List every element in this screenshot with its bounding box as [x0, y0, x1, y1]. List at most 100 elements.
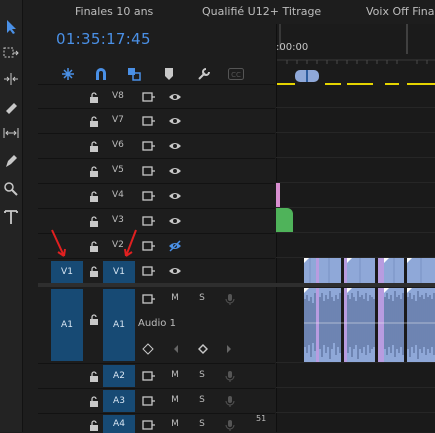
track-header-v6: V6	[38, 133, 275, 158]
time-ruler[interactable]	[276, 24, 435, 86]
svg-text:CC: CC	[231, 71, 241, 79]
solo-button[interactable]: S	[196, 293, 208, 303]
ruler-start-label: :00:00	[276, 42, 309, 53]
playhead-timecode[interactable]: 01:35:17:45	[56, 30, 151, 48]
eye-icon[interactable]	[168, 91, 182, 103]
track-header-v4: V4	[38, 183, 275, 208]
track-target-a3[interactable]: A3	[103, 390, 135, 412]
add-keyframe-icon[interactable]	[197, 343, 209, 355]
track-header-v8: V8	[38, 84, 275, 108]
a1-clips[interactable]	[276, 287, 435, 363]
mute-button[interactable]: M	[169, 395, 181, 405]
lock-icon[interactable]	[88, 190, 100, 202]
eye-icon[interactable]	[168, 115, 182, 127]
eye-hidden-icon[interactable]	[168, 240, 182, 252]
track-header-a1: A1 A1 M S Audio 1	[38, 287, 275, 363]
lock-icon[interactable]	[88, 419, 100, 431]
sync-lock-icon[interactable]	[142, 395, 156, 407]
tab-qualifie[interactable]: Qualifié U12+ Titrage	[202, 5, 321, 18]
lock-icon[interactable]	[88, 240, 100, 252]
solo-button[interactable]: S	[196, 419, 208, 429]
magnet-icon[interactable]	[93, 66, 109, 82]
track-header-a3: A3 M S	[38, 388, 275, 413]
tools-panel	[0, 0, 23, 432]
lock-icon[interactable]	[88, 370, 100, 382]
lock-icon[interactable]	[88, 115, 100, 127]
source-patch-v1[interactable]: V1	[51, 261, 83, 283]
prev-keyframe-icon[interactable]	[171, 343, 181, 355]
track-header-a4: A4 M S 51	[38, 413, 275, 433]
sync-lock-icon[interactable]	[142, 265, 156, 277]
selection-tool-icon[interactable]	[0, 14, 22, 40]
snap-icon[interactable]	[60, 66, 76, 82]
eye-icon[interactable]	[168, 165, 182, 177]
sync-lock-icon[interactable]	[142, 419, 156, 431]
track-header-v2: V2	[38, 229, 275, 258]
wrench-icon[interactable]	[196, 66, 212, 82]
sync-lock-icon[interactable]	[142, 370, 156, 382]
voiceover-mic-icon[interactable]	[224, 292, 236, 306]
type-tool-icon[interactable]	[0, 204, 22, 230]
mute-button[interactable]: M	[169, 419, 181, 429]
voiceover-mic-icon[interactable]	[224, 394, 236, 408]
next-keyframe-icon[interactable]	[224, 343, 234, 355]
linked-selection-icon[interactable]	[126, 66, 142, 82]
marker-icon[interactable]	[161, 66, 177, 82]
track-target-a4[interactable]: A4	[103, 415, 135, 433]
track-header-v1: V1 V1	[38, 258, 275, 284]
sync-lock-icon[interactable]	[142, 215, 156, 227]
track-target-v1[interactable]: V1	[103, 261, 135, 283]
sync-lock-icon[interactable]	[142, 165, 156, 177]
hand-tool-icon[interactable]	[0, 176, 22, 202]
eye-icon[interactable]	[168, 190, 182, 202]
slip-tool-icon[interactable]	[0, 120, 22, 146]
pen-tool-icon[interactable]	[0, 148, 22, 174]
lock-icon[interactable]	[88, 91, 100, 103]
track-header-a2: A2 M S	[38, 363, 275, 388]
solo-button[interactable]: S	[196, 395, 208, 405]
track-select-icon[interactable]	[0, 40, 22, 66]
track-header-v7: V7	[38, 108, 275, 133]
captions-icon[interactable]: CC	[228, 66, 244, 82]
eye-icon[interactable]	[168, 140, 182, 152]
keyframe-display-icon[interactable]	[142, 343, 154, 355]
mute-button[interactable]: M	[169, 293, 181, 303]
razor-tool-icon[interactable]	[0, 94, 22, 120]
source-patch-a1[interactable]: A1	[51, 289, 83, 361]
sync-lock-icon[interactable]	[142, 293, 156, 305]
track-name: V3	[112, 215, 124, 225]
lock-icon[interactable]	[88, 215, 100, 227]
track-name: V4	[112, 190, 124, 200]
sync-lock-icon[interactable]	[142, 240, 156, 252]
playhead-handle[interactable]	[295, 70, 319, 82]
ripple-edit-icon[interactable]	[0, 66, 22, 92]
lock-icon[interactable]	[88, 165, 100, 177]
solo-button[interactable]: S	[196, 370, 208, 380]
track-name: V8	[112, 91, 124, 101]
track-target-a2[interactable]: A2	[103, 365, 135, 387]
v1-clips[interactable]	[276, 258, 435, 284]
eye-icon[interactable]	[168, 265, 182, 277]
sync-lock-icon[interactable]	[142, 190, 156, 202]
tab-voix-off[interactable]: Voix Off Finale	[366, 5, 435, 18]
lock-icon[interactable]	[88, 313, 100, 325]
tab-finales[interactable]: Finales 10 ans	[75, 5, 153, 18]
track-name: V5	[112, 165, 124, 175]
sync-lock-icon[interactable]	[142, 115, 156, 127]
track-target-a1[interactable]: A1	[103, 289, 135, 361]
track-header-v3: V3	[38, 208, 275, 233]
lock-icon[interactable]	[88, 265, 100, 277]
lock-icon[interactable]	[88, 395, 100, 407]
sync-lock-icon[interactable]	[142, 140, 156, 152]
clip-v4[interactable]	[276, 183, 280, 207]
sync-lock-icon[interactable]	[142, 91, 156, 103]
sequence-tabs: Finales 10 ans Qualifié U12+ Titrage Voi…	[38, 0, 435, 24]
eye-icon[interactable]	[168, 215, 182, 227]
track-name: V6	[112, 140, 124, 150]
lock-icon[interactable]	[88, 140, 100, 152]
clip-v3[interactable]	[276, 208, 293, 232]
mute-button[interactable]: M	[169, 370, 181, 380]
voiceover-mic-icon[interactable]	[224, 369, 236, 383]
voiceover-mic-icon[interactable]	[224, 418, 236, 432]
audio-meter-label: 51	[256, 414, 267, 423]
